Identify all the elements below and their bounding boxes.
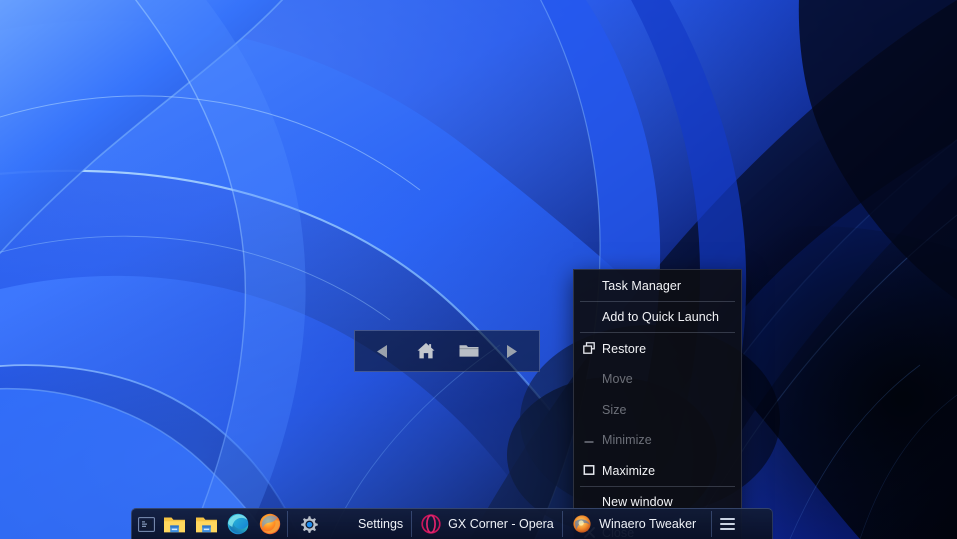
triangle-right-icon — [503, 343, 520, 360]
taskbar-context-menu[interactable]: Task Manager Add to Quick Launch Restore… — [573, 269, 742, 539]
winaero-icon — [572, 514, 592, 534]
menu-item-add-to-quick-launch[interactable]: Add to Quick Launch — [574, 302, 741, 333]
menu-item-label: New window — [602, 495, 673, 509]
quick-launch-grip-icon[interactable] — [136, 515, 156, 533]
file-explorer-icon[interactable] — [160, 510, 188, 538]
quick-launch-floating-toolbar[interactable] — [354, 330, 540, 372]
task-label: Winaero Tweaker — [599, 516, 697, 531]
menu-item-label: Task Manager — [602, 278, 682, 293]
menu-item-label: Maximize — [602, 463, 656, 478]
task-opera[interactable]: GX Corner - Opera — [412, 509, 562, 539]
folder-icon — [458, 342, 480, 360]
windows-taskbar[interactable]: Settings GX Corner - Opera Winaero Tweak… — [131, 508, 773, 539]
quick-launch-section[interactable] — [132, 509, 287, 539]
settings-gear-icon — [299, 514, 319, 534]
menu-item-maximize[interactable]: Maximize — [574, 455, 741, 486]
task-label: Settings — [358, 516, 404, 531]
menu-item-size: Size — [574, 394, 741, 425]
back-button[interactable] — [366, 336, 400, 366]
file-explorer-icon-2[interactable] — [192, 510, 220, 538]
desktop-screen: Task Manager Add to Quick Launch Restore… — [0, 0, 957, 539]
task-winaero[interactable]: Winaero Tweaker — [563, 509, 711, 539]
menu-item-icon-placeholder — [579, 371, 599, 387]
menu-item-restore[interactable]: Restore — [574, 333, 741, 364]
menu-item-icon-placeholder — [579, 401, 599, 417]
task-settings[interactable]: Settings — [288, 509, 411, 539]
menu-item-label: Add to Quick Launch — [602, 310, 719, 324]
home-button[interactable] — [409, 336, 443, 366]
menu-item-label: Size — [602, 402, 627, 417]
menu-item-move: Move — [574, 364, 741, 395]
forward-button[interactable] — [495, 336, 529, 366]
firefox-icon[interactable] — [256, 510, 284, 538]
menu-item-minimize: Minimize — [574, 425, 741, 456]
menu-item-task-manager[interactable]: Task Manager — [574, 270, 741, 301]
home-icon — [416, 341, 436, 361]
menu-item-label: Move — [602, 372, 633, 386]
folder-button[interactable] — [452, 336, 486, 366]
taskbar-overflow-button[interactable] — [712, 509, 743, 539]
task-label: GX Corner - Opera — [448, 516, 554, 531]
maximize-icon — [579, 462, 599, 478]
opera-icon — [421, 514, 441, 534]
menu-item-label: Minimize — [602, 433, 652, 447]
restore-icon — [579, 340, 599, 356]
hamburger-icon — [720, 518, 736, 530]
triangle-left-icon — [374, 343, 391, 360]
minimize-icon — [579, 432, 599, 448]
desktop-wallpaper — [0, 0, 957, 539]
microsoft-edge-icon[interactable] — [224, 510, 252, 538]
menu-item-label: Restore — [602, 341, 647, 356]
